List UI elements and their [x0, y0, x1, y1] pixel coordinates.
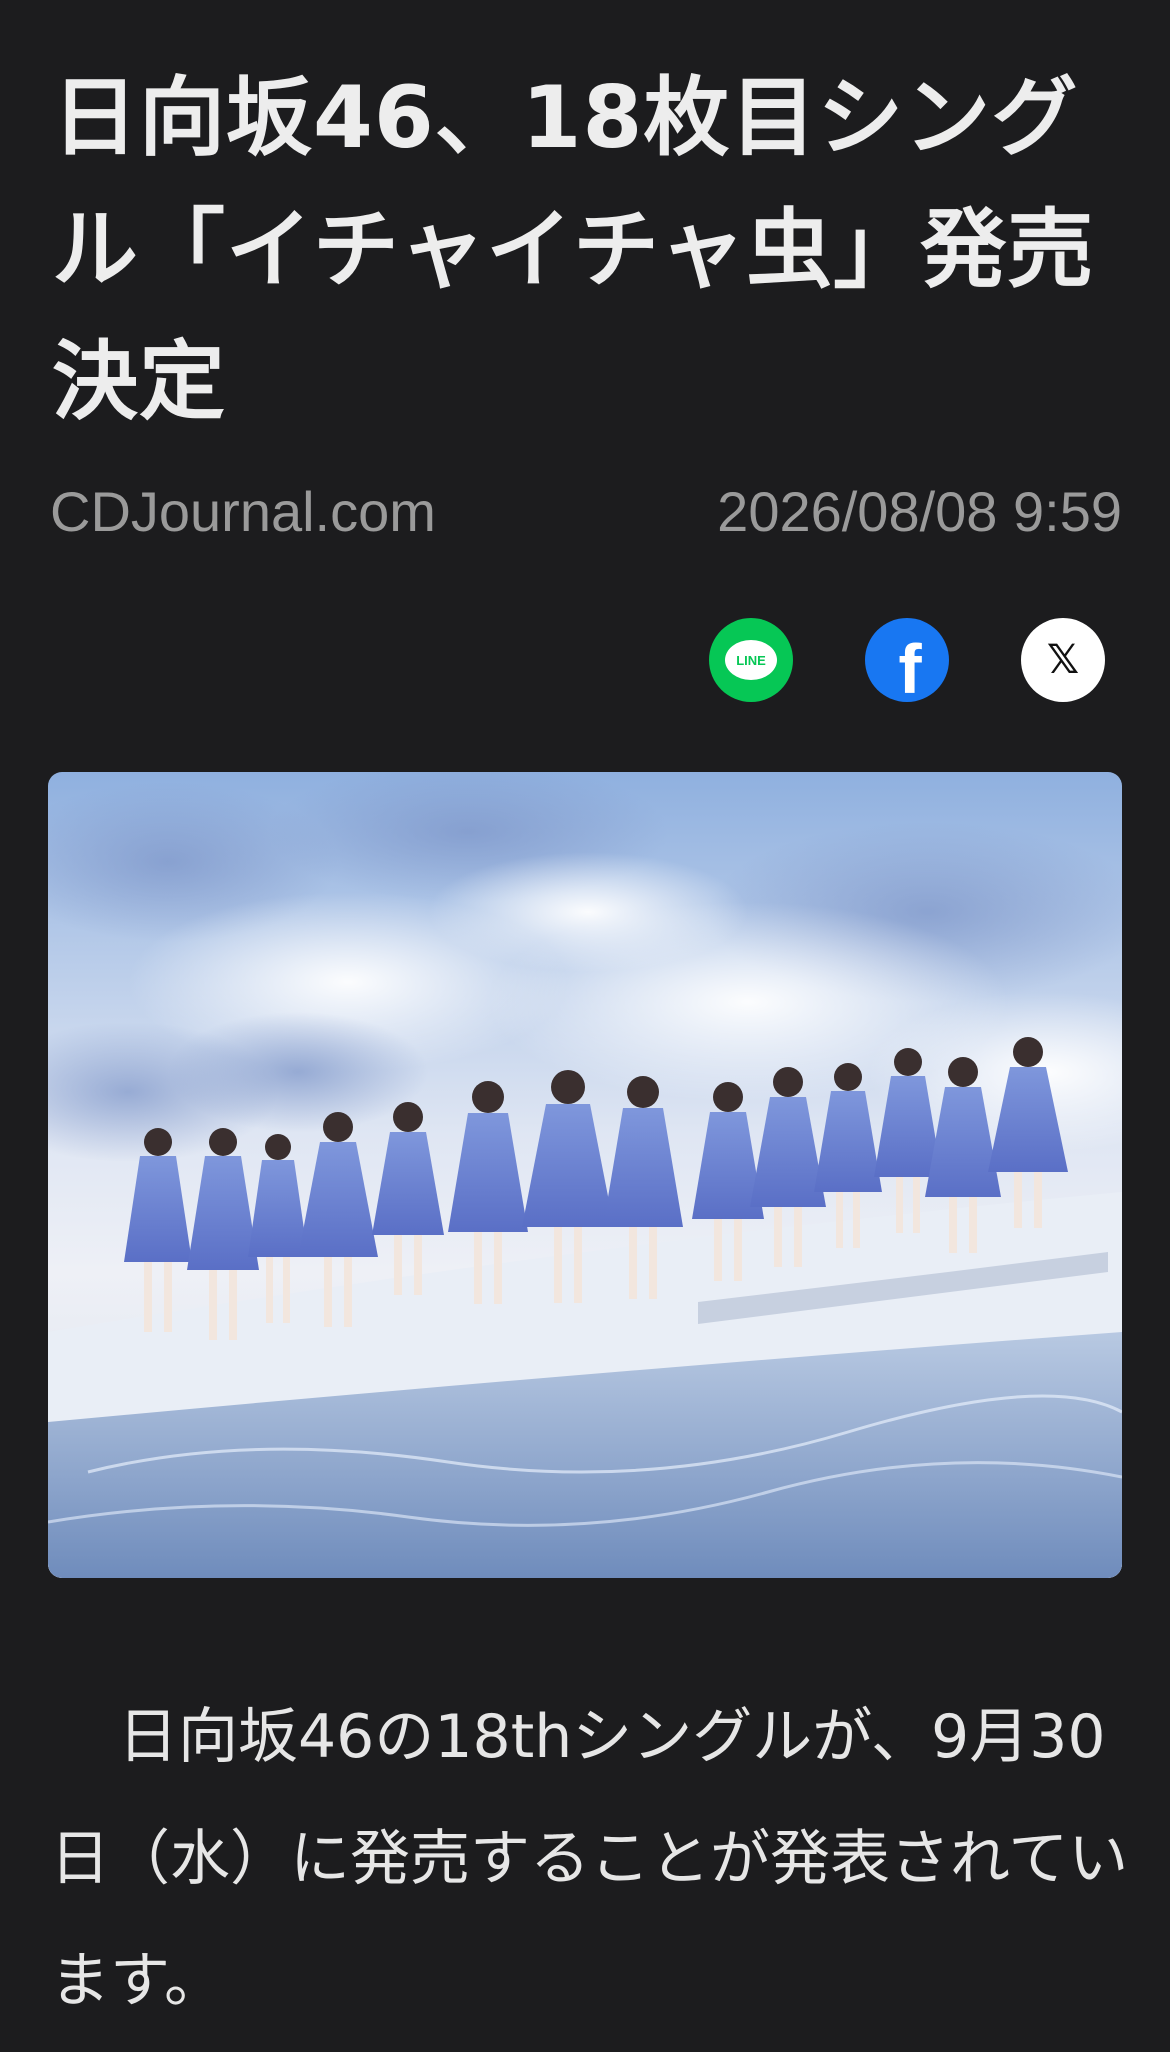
article-meta: CDJournal.com 2026/08/08 9:59: [50, 478, 1122, 544]
share-x-button[interactable]: 𝕏: [1021, 618, 1105, 702]
facebook-icon: f: [898, 630, 922, 702]
share-facebook-button[interactable]: f: [865, 618, 949, 702]
share-line-button[interactable]: LINE: [709, 618, 793, 702]
share-bar: LINE f 𝕏: [709, 618, 1105, 702]
source-name[interactable]: CDJournal.com: [50, 479, 436, 544]
x-icon: 𝕏: [1046, 637, 1080, 683]
article-title: 日向坂46、18枚目シングル「イチャイチャ虫」発売決定: [52, 68, 1095, 432]
article-body: 日向坂46の18thシングルが、9月30日（水）に発売することが発表されています…: [50, 1702, 1129, 2016]
line-icon: LINE: [725, 640, 777, 680]
group-photo: [48, 772, 1122, 1578]
article-hero-image[interactable]: [48, 772, 1122, 1578]
line-icon-label: LINE: [736, 652, 766, 668]
publish-timestamp: 2026/08/08 9:59: [717, 479, 1122, 543]
